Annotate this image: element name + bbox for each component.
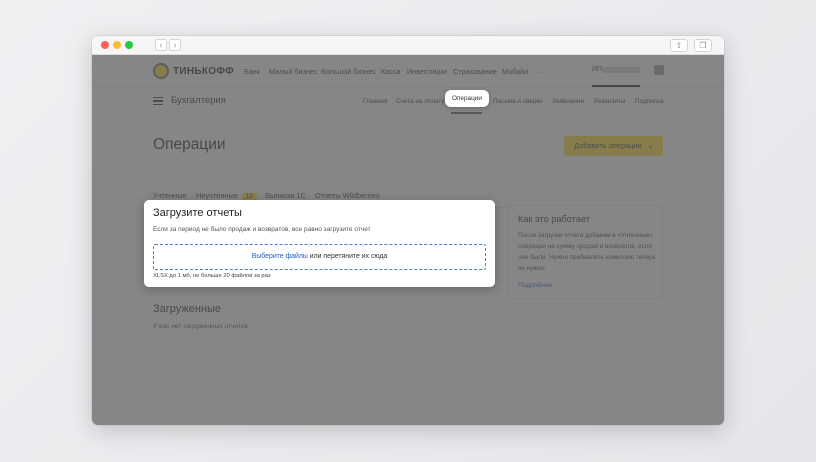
back-arrow-icon[interactable]: ‹	[155, 39, 167, 51]
topnav-link-bank[interactable]: Банк	[244, 67, 260, 76]
subnav-link-letters[interactable]: Письма и сверки	[493, 98, 543, 105]
tab-unaccounted-label: Неучтенные	[196, 191, 238, 200]
active-section-underline	[451, 112, 482, 114]
logo-shield-icon	[153, 63, 169, 79]
subnav-link-invoices[interactable]: Счета на оплату	[396, 98, 445, 105]
how-it-works-title: Как это работает	[518, 214, 590, 224]
maximize-window-button[interactable]	[125, 41, 133, 49]
choose-files-link[interactable]: Выберите файлы	[252, 253, 308, 260]
logo-text: ТИНЬКОФФ	[173, 65, 234, 77]
topnav-link-insurance[interactable]: Страхование	[453, 67, 497, 76]
tab-accounted[interactable]: Учтенные	[153, 191, 187, 200]
upload-hint: XLSX до 1 мб, не больше 20 файлов за раз	[153, 273, 271, 279]
loaded-reports-title: Загруженные	[153, 303, 222, 315]
subnav-link-operations[interactable]: Операции	[445, 90, 489, 107]
page-content: ТИНЬКОФФ Банк Малый бизнес Большой бизне…	[92, 55, 724, 425]
file-dropzone[interactable]: Выберите файлы или перетяните их сюда	[153, 244, 486, 270]
upload-description: Если за период не было продаж и возврато…	[153, 226, 371, 233]
share-icon[interactable]: ⇧	[670, 39, 688, 52]
minimize-window-button[interactable]	[113, 41, 121, 49]
avatar[interactable]	[654, 65, 664, 75]
user-name[interactable]: ИП	[592, 66, 602, 73]
browser-window: ‹ › ⇧ ❐ ТИНЬКОФФ Банк Малый бизнес Больш…	[92, 36, 724, 425]
loaded-reports-empty-text: У вас нет загруженных отчетов	[153, 323, 249, 330]
user-underline	[592, 85, 640, 87]
subnav-link-applications[interactable]: Заявления	[552, 98, 584, 105]
tab-wildberries-reports[interactable]: Отчеты Wildberries	[315, 191, 380, 200]
user-name-redacted	[602, 67, 640, 73]
subnav-link-subscription[interactable]: Подписка	[635, 98, 663, 105]
add-operations-label: Добавить операции	[574, 141, 642, 150]
window-titlebar: ‹ › ⇧ ❐	[92, 36, 724, 55]
tab-1c-statements[interactable]: Выписки 1С	[265, 191, 306, 200]
how-it-works-text: После загрузки отчета добавим в «Учтенны…	[518, 232, 656, 272]
upload-reports-card: Загрузите отчеты Если за период не было …	[144, 200, 495, 287]
topnav-link-big-business[interactable]: Большой бизнес	[321, 67, 376, 76]
tabs-icon[interactable]: ❐	[694, 39, 712, 52]
subnav-link-main[interactable]: Главная	[363, 98, 387, 105]
close-window-button[interactable]	[101, 41, 109, 49]
section-navigation: Бухгалтерия Главная Счета на оплату Опер…	[92, 88, 724, 114]
forward-arrow-icon[interactable]: ›	[169, 39, 181, 51]
logo[interactable]: ТИНЬКОФФ	[153, 63, 234, 79]
topnav-link-investments[interactable]: Инвестиции	[407, 67, 447, 76]
more-icon[interactable]: ···	[537, 67, 544, 76]
topnav-link-kassa[interactable]: Касса	[381, 67, 400, 76]
top-navigation: ТИНЬКОФФ Банк Малый бизнес Большой бизне…	[92, 55, 724, 88]
how-it-works-card: Как это работает После загрузки отчета д…	[508, 205, 663, 299]
chevron-down-icon: ⌄	[647, 141, 654, 150]
upload-title: Загрузите отчеты	[153, 207, 242, 219]
topnav-link-mobile[interactable]: Мобайл	[502, 67, 528, 76]
hamburger-menu-icon[interactable]	[153, 97, 163, 105]
section-title: Бухгалтерия	[171, 95, 226, 106]
drop-instruction: или перетяните их сюда	[307, 253, 388, 260]
topnav-link-small-business[interactable]: Малый бизнес	[269, 67, 317, 76]
page-title: Операции	[153, 136, 226, 153]
subnav-link-requisites[interactable]: Реквизиты	[594, 98, 625, 105]
more-info-link[interactable]: Подробнее	[518, 282, 552, 289]
add-operations-button[interactable]: Добавить операции ⌄	[564, 136, 663, 156]
